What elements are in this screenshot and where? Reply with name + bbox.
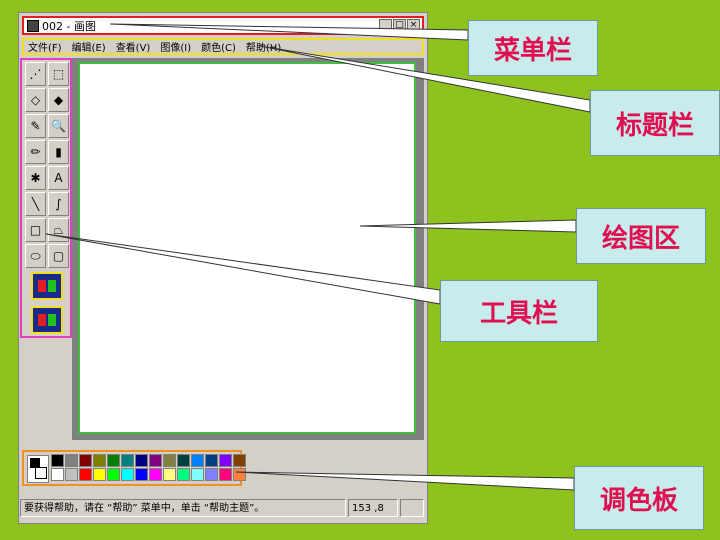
callout-toolbox: 工具栏 (440, 280, 598, 342)
callout-lines (45, 23, 591, 491)
menubar-pointer (109, 23, 469, 41)
callout-menubar: 菜单栏 (468, 20, 598, 76)
canvas-pointer (359, 219, 577, 233)
callout-canvas: 绘图区 (576, 208, 706, 264)
callout-titlebar: 标题栏 (590, 90, 720, 156)
toolbox-pointer (45, 233, 441, 305)
callout-palette: 调色板 (574, 466, 704, 530)
palette-pointer (235, 471, 575, 491)
